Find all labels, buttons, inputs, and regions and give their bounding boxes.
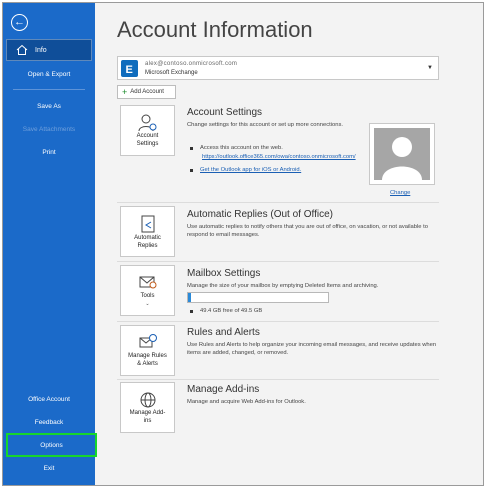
manage-addins-title: Manage Add-ins: [187, 384, 260, 395]
tile-label: Replies: [137, 243, 158, 249]
mailbox-storage-fill: [188, 293, 191, 302]
person-icon: [382, 137, 422, 180]
section-divider: [117, 261, 439, 262]
rules-alerts-desc: Use Rules and Alerts to help organize yo…: [187, 342, 437, 356]
tile-label: Manage Rules: [128, 353, 167, 359]
add-account-button[interactable]: + Add Account: [117, 85, 176, 99]
bullet-item: Access this account on the web.: [190, 145, 283, 151]
bullet-item: Get the Outlook app for iOS or Android.: [190, 167, 301, 173]
owa-link[interactable]: https://outlook.office365.com/owa/contos…: [202, 154, 356, 160]
outlook-backstage-window: ← Info Open & Export Save As Save Attach…: [2, 2, 484, 486]
account-settings-desc: Change settings for this account or set …: [187, 122, 343, 128]
manage-addins-button[interactable]: Manage Add- ins: [120, 382, 175, 433]
bullet-icon: [190, 309, 193, 313]
tile-label: Manage Add-: [129, 410, 166, 416]
account-settings-title: Account Settings: [187, 107, 263, 118]
account-settings-icon: [138, 114, 156, 132]
sidebar-item-print[interactable]: Print: [3, 149, 95, 156]
sidebar-item-exit[interactable]: Exit: [3, 465, 95, 472]
section-divider: [117, 202, 439, 203]
section-divider: [117, 379, 439, 380]
add-account-label: Add Account: [130, 89, 164, 95]
bullet-text: Access this account on the web.: [200, 145, 283, 151]
backstage-sidebar: ← Info Open & Export Save As Save Attach…: [3, 3, 97, 485]
tile-label: ins: [143, 418, 152, 424]
account-info-panel: Account Information E alex@contoso.onmic…: [95, 3, 483, 485]
back-arrow-icon[interactable]: ←: [11, 14, 28, 31]
mailbox-storage-text: 49.4 GB free of 49.5 GB: [200, 308, 263, 314]
sidebar-item-feedback[interactable]: Feedback: [3, 419, 95, 426]
account-type: Microsoft Exchange: [145, 70, 198, 76]
automatic-replies-icon: [141, 215, 154, 233]
account-selector-dropdown[interactable]: E alex@contoso.onmicrosoft.com Microsoft…: [117, 56, 439, 80]
sidebar-item-options[interactable]: Options: [6, 433, 97, 457]
tile-label: Automatic: [134, 235, 161, 241]
sidebar-item-info[interactable]: Info: [6, 39, 92, 61]
change-photo-link[interactable]: Change: [390, 190, 410, 196]
sidebar-item-save-attachments: Save Attachments: [22, 126, 76, 133]
page-title: Account Information: [117, 17, 313, 42]
tools-button[interactable]: Tools ⌄: [120, 265, 175, 316]
tile-label: Tools: [140, 293, 155, 299]
bullet-icon: [190, 146, 193, 150]
automatic-replies-button[interactable]: Automatic Replies: [120, 206, 175, 257]
sidebar-item-open-export[interactable]: Open & Export: [3, 71, 95, 78]
sidebar-item-office-account[interactable]: Office Account: [3, 396, 95, 403]
home-icon: [16, 44, 28, 55]
account-settings-button[interactable]: Account Settings: [120, 105, 175, 156]
outlook-app-link[interactable]: Get the Outlook app for iOS or Android.: [200, 167, 301, 173]
plus-icon: +: [122, 87, 128, 97]
tile-label: Account: [136, 133, 159, 139]
globe-icon: [140, 392, 155, 408]
tile-label: & Alerts: [137, 361, 158, 367]
mailbox-settings-title: Mailbox Settings: [187, 268, 261, 279]
storage-item: 49.4 GB free of 49.5 GB: [190, 308, 262, 314]
bullet-icon: [190, 168, 193, 172]
mailbox-settings-desc: Manage the size of your mailbox by empty…: [187, 283, 379, 289]
chevron-down-icon: ▼: [427, 65, 433, 71]
profile-picture: [369, 123, 435, 185]
sidebar-item-options-label: Options: [40, 441, 63, 449]
rules-alerts-title: Rules and Alerts: [187, 327, 260, 338]
manage-rules-button[interactable]: Manage Rules & Alerts: [120, 325, 175, 376]
account-email: alex@contoso.onmicrosoft.com: [145, 61, 238, 67]
sidebar-divider: [13, 89, 85, 90]
svg-text:E: E: [126, 64, 133, 76]
mailbox-storage-bar: [187, 292, 329, 303]
manage-addins-desc: Manage and acquire Web Add-ins for Outlo…: [187, 399, 306, 405]
exchange-icon: E: [121, 60, 138, 77]
automatic-replies-desc: Use automatic replies to notify others t…: [187, 224, 428, 238]
chevron-down-icon: ⌄: [145, 301, 150, 307]
automatic-replies-title: Automatic Replies (Out of Office): [187, 209, 333, 220]
tile-label: Settings: [136, 141, 159, 147]
sidebar-item-info-label: Info: [35, 46, 47, 54]
sidebar-item-save-as[interactable]: Save As: [3, 103, 95, 110]
rules-alerts-icon: [139, 334, 157, 348]
section-divider: [117, 321, 439, 322]
mailbox-tools-icon: [139, 276, 156, 289]
